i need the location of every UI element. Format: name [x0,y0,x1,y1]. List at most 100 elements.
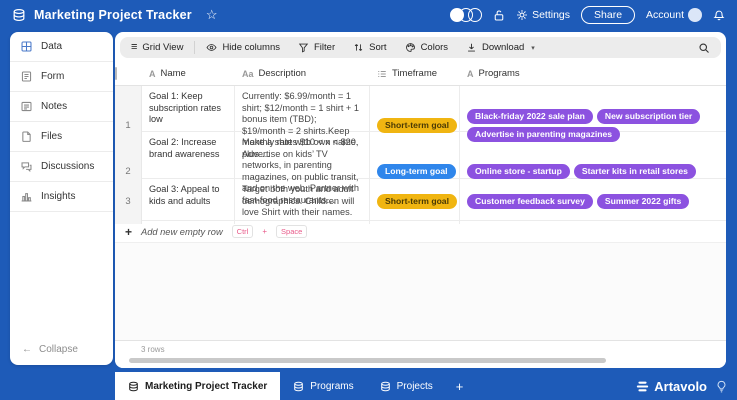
share-button[interactable]: Share [581,6,635,24]
grid-footer: 3 rows [115,340,726,368]
sort-button[interactable]: Sort [344,42,395,53]
tab-label: Projects [397,381,433,392]
grid-view-button[interactable]: ≡ Grid View [129,42,192,53]
sidebar-item-insights[interactable]: Insights [10,182,113,212]
cell-programs[interactable]: Customer feedback survey Summer 2022 gif… [460,179,726,224]
sidebar-item-label: Discussions [41,161,94,172]
column-header-description[interactable]: Aa Description [235,68,370,79]
add-table-button[interactable]: + [446,372,474,400]
sidebar-item-label: Notes [41,101,67,112]
collapse-label: Collapse [39,344,78,355]
grid-empty-area [115,243,726,340]
palette-icon [405,42,416,53]
filter-label: Filter [314,42,335,53]
text-field-icon: A [149,69,156,79]
sidebar-item-label: Data [41,41,62,52]
files-icon [20,130,33,143]
long-text-field-icon: Aa [242,69,254,79]
artavolo-brand: Artavolo [636,379,707,394]
cell-name[interactable]: Goal 3: Appeal to kids and adults [142,179,235,224]
grid-column-headers: A Name Aa Description Timeframe A Progra… [115,62,726,86]
brand-name: Artavolo [654,379,707,394]
settings-label: Settings [532,9,570,21]
shortcut-key-ctrl: Ctrl [232,225,254,238]
row-number[interactable]: 3 [115,179,142,224]
sidebar: Data Form Notes Files [10,32,113,365]
hide-columns-button[interactable]: Hide columns [197,42,289,53]
grid-toolbar: ≡ Grid View Hide columns Filter [120,37,721,58]
account-button[interactable]: Account [646,8,702,22]
unlock-icon[interactable] [493,9,505,22]
discussions-icon [20,160,33,173]
sidebar-item-files[interactable]: Files [10,122,113,152]
sidebar-item-label: Files [41,131,62,142]
sidebar-item-label: Insights [41,191,75,202]
sidebar-item-notes[interactable]: Notes [10,92,113,122]
table-row: 3 Goal 3: Appeal to kids and adults Targ… [115,179,726,221]
horizontal-scrollbar[interactable] [129,358,606,363]
favorite-star-icon[interactable]: ☆ [206,7,218,23]
timeframe-tag[interactable]: Short-term goal [377,118,457,133]
notes-icon [20,100,33,113]
column-header-name[interactable]: A Name [142,68,235,79]
sidebar-item-discussions[interactable]: Discussions [10,152,113,182]
tab-projects[interactable]: Projects [367,372,446,400]
add-new-row-button[interactable]: + Add new empty row Ctrl + Space [115,221,726,243]
shortcut-plus: + [262,227,267,236]
chevron-down-icon: ▾ [531,44,535,52]
download-button[interactable]: Download ▾ [457,42,544,53]
colors-button[interactable]: Colors [396,42,457,53]
cell-description[interactable]: Target both youth and adult demographics… [235,179,370,224]
column-header-programs[interactable]: A Programs [460,68,726,79]
program-tag[interactable]: Black-friday 2022 sale plan [467,109,593,124]
filter-button[interactable]: Filter [289,42,344,53]
avatar [468,8,482,22]
download-icon [466,42,477,53]
column-label: Programs [479,68,520,79]
eye-icon [206,42,217,53]
select-all-checkbox[interactable] [115,67,117,80]
hide-columns-label: Hide columns [222,42,280,53]
shortcut-key-space: Space [276,225,307,238]
timeframe-tag[interactable]: Short-term goal [377,194,457,209]
row-count-label: 3 rows [115,345,726,354]
insights-icon [20,190,33,203]
filter-icon [298,42,309,53]
timeframe-tag[interactable]: Long-term goal [377,164,456,179]
table-tabs-bar: Marketing Project Tracker Programs Proje… [0,372,737,400]
tab-marketing-project-tracker[interactable]: Marketing Project Tracker [115,372,280,400]
program-tag[interactable]: Starter kits in retail stores [574,164,696,179]
collapse-sidebar-button[interactable]: ← Collapse [10,334,113,365]
bell-icon[interactable] [713,9,725,22]
program-tag[interactable]: Customer feedback survey [467,194,593,209]
data-grid-icon [20,40,33,53]
settings-button[interactable]: Settings [516,9,570,21]
left-arrow-icon: ← [22,344,32,355]
sort-label: Sort [369,42,386,53]
page-title: Marketing Project Tracker [34,8,192,22]
program-tag[interactable]: New subscription tier [597,109,700,124]
tab-programs[interactable]: Programs [280,372,366,400]
plus-icon: + [125,225,132,239]
column-header-timeframe[interactable]: Timeframe [370,68,460,79]
program-tag[interactable]: Online store - startup [467,164,570,179]
lightbulb-icon[interactable] [716,380,727,393]
sidebar-item-form[interactable]: Form [10,62,113,92]
column-label: Timeframe [392,68,437,79]
list-field-icon [377,69,387,79]
table-icon [380,381,391,392]
search-button[interactable] [698,42,712,54]
cell-timeframe[interactable]: Short-term goal [370,179,460,224]
gear-icon [516,9,528,21]
hamburger-icon: ≡ [131,42,137,53]
sidebar-item-data[interactable]: Data [10,32,113,62]
add-row-label: Add new empty row [141,227,223,237]
collaborators-avatars[interactable] [450,8,482,22]
account-label: Account [646,9,684,21]
column-label: Description [259,68,307,79]
program-tag[interactable]: Summer 2022 gifts [597,194,689,209]
sort-icon [353,42,364,53]
table-row: 2 Goal 2: Increase brand awareness Make … [115,132,726,179]
toolbar-separator [194,41,195,54]
database-icon [12,8,26,22]
